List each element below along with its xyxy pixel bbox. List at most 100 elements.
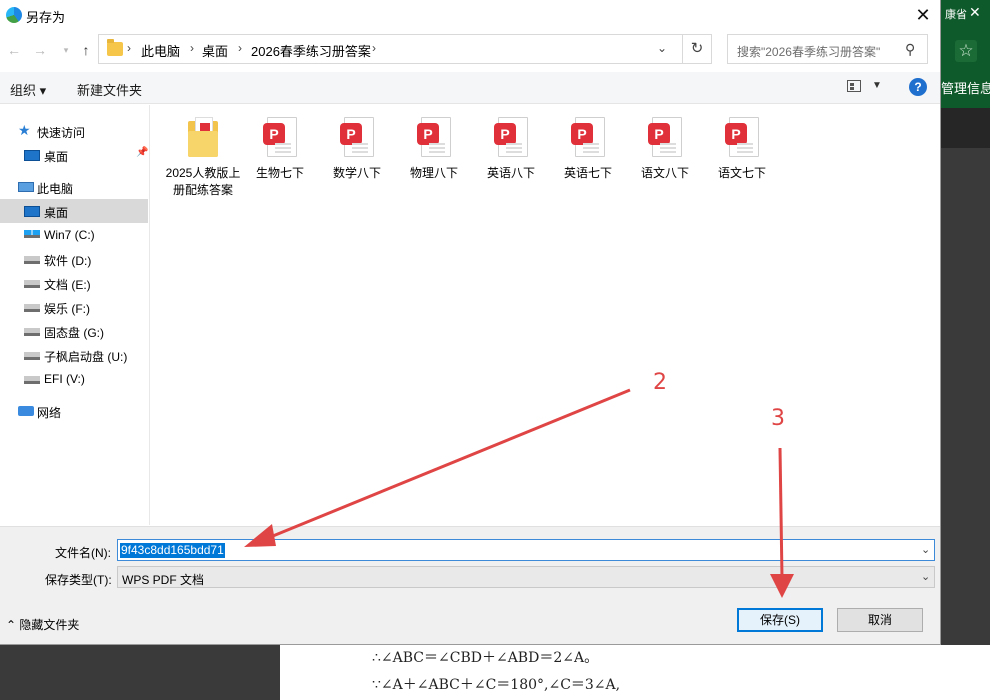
chevron-down-icon[interactable]: ⌄ bbox=[921, 570, 930, 583]
close-icon[interactable]: ✕ bbox=[905, 2, 941, 28]
filetype-label: 保存类型(T): bbox=[45, 573, 112, 587]
wps-pdf-icon: P bbox=[571, 117, 605, 159]
wps-pdf-icon: P bbox=[417, 117, 451, 159]
drive-icon bbox=[24, 304, 40, 312]
address-bar[interactable]: › 此电脑 › 桌面 › 2026春季练习册答案 › ⌄ bbox=[98, 34, 712, 64]
breadcrumb-separator: › bbox=[238, 41, 242, 55]
pdf-file-item[interactable]: P 英语七下 bbox=[550, 113, 626, 223]
breadcrumb-this-pc[interactable]: 此电脑 bbox=[141, 41, 180, 60]
breadcrumb-desktop[interactable]: 桌面 bbox=[202, 41, 228, 60]
up-arrow-icon[interactable]: ↑ bbox=[76, 40, 96, 60]
hide-folders-label: 隐藏文件夹 bbox=[19, 618, 80, 632]
pdf-file-item[interactable]: P 英语八下 bbox=[473, 113, 549, 223]
nav-label: 此电脑 bbox=[37, 182, 74, 196]
nav-network[interactable]: 网络 bbox=[0, 399, 148, 423]
save-button[interactable]: 保存(S) bbox=[737, 608, 823, 632]
recent-dropdown-icon[interactable]: ▾ bbox=[56, 40, 76, 60]
annotation-label-2: 2 bbox=[653, 370, 667, 395]
breadcrumb-current-folder[interactable]: 2026春季练习册答案 bbox=[251, 41, 371, 60]
new-folder-button[interactable]: 新建文件夹 bbox=[77, 80, 142, 99]
breadcrumb-separator: › bbox=[190, 41, 194, 55]
nav-drive-d[interactable]: 软件 (D:) bbox=[0, 247, 148, 271]
nav-quick-access[interactable]: ★ 快速访问 bbox=[0, 119, 148, 143]
wps-pdf-icon: P bbox=[725, 117, 759, 159]
nav-label: 桌面 bbox=[44, 150, 69, 164]
search-placeholder: 搜索"2026春季练习册答案" bbox=[737, 45, 881, 59]
file-name: 生物七下 bbox=[255, 166, 304, 180]
chevron-up-icon: ⌃ bbox=[6, 618, 20, 632]
desktop-icon bbox=[24, 150, 40, 161]
folder-item[interactable]: 2025人教版上册配练答案 bbox=[165, 113, 241, 223]
background-tab-close-icon[interactable]: ✕ bbox=[969, 4, 981, 21]
drive-icon bbox=[24, 328, 40, 336]
pdf-file-item[interactable]: P 语文七下 bbox=[704, 113, 780, 223]
forward-arrow-icon[interactable]: → bbox=[30, 40, 50, 60]
nav-this-pc[interactable]: 此电脑 bbox=[0, 175, 148, 199]
drive-icon bbox=[24, 256, 40, 264]
nav-drive-g[interactable]: 固态盘 (G:) bbox=[0, 319, 148, 343]
file-name: 2025人教版上册配练答案 bbox=[165, 166, 241, 197]
pdf-file-item[interactable]: P 物理八下 bbox=[396, 113, 472, 223]
filename-label: 文件名(N): bbox=[55, 546, 111, 560]
navigation-pane: ★ 快速访问 桌面 📌 此电脑 桌面 Win7 (C:) 软件 (D:) 文档 … bbox=[0, 105, 150, 525]
chevron-down-icon[interactable]: ⌄ bbox=[657, 41, 667, 55]
nav-drive-u[interactable]: 子枫启动盘 (U:) bbox=[0, 343, 148, 367]
navigation-bar: ← → ▾ ↑ › 此电脑 › 桌面 › 2026春季练习册答案 › ⌄ ↻ 搜… bbox=[0, 30, 940, 70]
search-input[interactable]: 搜索"2026春季练习册答案" ⚲ bbox=[727, 34, 928, 64]
nav-label: 子枫启动盘 (U:) bbox=[44, 350, 128, 364]
pdf-file-item[interactable]: P 语文八下 bbox=[627, 113, 703, 223]
nav-label: Win7 (C:) bbox=[44, 228, 95, 242]
organize-menu[interactable]: 组织 ▾ bbox=[10, 80, 46, 99]
pdf-file-item[interactable]: P 数学八下 bbox=[319, 113, 395, 223]
nav-drive-v[interactable]: EFI (V:) bbox=[0, 367, 148, 391]
drive-icon bbox=[24, 352, 40, 360]
chevron-down-icon[interactable]: ⌄ bbox=[921, 543, 930, 556]
view-options-icon[interactable] bbox=[847, 80, 861, 92]
background-strip bbox=[941, 108, 990, 148]
command-toolbar: 组织 ▾ 新建文件夹 ▼ ? bbox=[0, 72, 940, 104]
star-icon: ★ bbox=[18, 122, 31, 138]
nav-label: 桌面 bbox=[44, 206, 69, 220]
filetype-select[interactable]: WPS PDF 文档 ⌄ bbox=[117, 566, 935, 588]
file-name: 英语七下 bbox=[563, 166, 612, 180]
file-list: 2025人教版上册配练答案 P 生物七下 P 数学八下 P 物理八下 P 英语八… bbox=[151, 105, 940, 525]
save-as-dialog: 另存为 ✕ ← → ▾ ↑ › 此电脑 › 桌面 › 2026春季练习册答案 ›… bbox=[0, 0, 941, 645]
filename-value: 9f43c8dd165bdd71 bbox=[120, 543, 225, 558]
background-manage-text: 管理信息 bbox=[941, 81, 990, 96]
hide-folders-toggle[interactable]: ⌃ 隐藏文件夹 bbox=[6, 616, 79, 633]
cancel-button[interactable]: 取消 bbox=[837, 608, 923, 632]
desktop-icon bbox=[24, 206, 40, 217]
wps-pdf-icon: P bbox=[340, 117, 374, 159]
nav-drive-c[interactable]: Win7 (C:) bbox=[0, 223, 148, 247]
window-title: 另存为 bbox=[26, 10, 66, 25]
nav-drive-e[interactable]: 文档 (E:) bbox=[0, 271, 148, 295]
background-tab-text: 康省 bbox=[945, 9, 967, 21]
background-browser-tab: 康省 ✕ ☆ 管理信息 bbox=[941, 0, 990, 108]
nav-label: 娱乐 (F:) bbox=[44, 302, 90, 316]
refresh-icon[interactable]: ↻ bbox=[682, 34, 712, 64]
file-name: 英语八下 bbox=[486, 166, 535, 180]
filetype-value: WPS PDF 文档 bbox=[122, 573, 205, 587]
help-icon[interactable]: ? bbox=[909, 78, 927, 96]
nav-label: 软件 (D:) bbox=[44, 254, 92, 268]
back-arrow-icon[interactable]: ← bbox=[4, 40, 24, 60]
doc-line-1: ∴∠ABC＝∠CBD＋∠ABD＝2∠A。 bbox=[372, 650, 599, 666]
pdf-file-item[interactable]: P 生物七下 bbox=[242, 113, 318, 223]
nav-pc-desktop[interactable]: 桌面 bbox=[0, 199, 148, 223]
title-bar: 另存为 ✕ bbox=[0, 0, 940, 30]
save-form: 文件名(N): 9f43c8dd165bdd71 ⌄ 保存类型(T): WPS … bbox=[0, 526, 940, 644]
computer-icon bbox=[18, 182, 34, 192]
search-icon[interactable]: ⚲ bbox=[905, 41, 915, 58]
file-name: 物理八下 bbox=[409, 166, 458, 180]
nav-drive-f[interactable]: 娱乐 (F:) bbox=[0, 295, 148, 319]
nav-quick-desktop[interactable]: 桌面 📌 bbox=[0, 143, 148, 167]
annotation-label-3: 3 bbox=[771, 406, 785, 431]
view-dropdown-icon[interactable]: ▼ bbox=[872, 80, 882, 91]
folder-icon bbox=[186, 117, 220, 159]
pin-icon[interactable]: 📌 bbox=[136, 147, 148, 158]
edge-app-icon bbox=[6, 7, 22, 23]
wps-pdf-icon: P bbox=[494, 117, 528, 159]
file-name: 语文八下 bbox=[640, 166, 689, 180]
favorite-star-icon[interactable]: ☆ bbox=[955, 40, 977, 62]
filename-input[interactable]: 9f43c8dd165bdd71 ⌄ bbox=[117, 539, 935, 561]
